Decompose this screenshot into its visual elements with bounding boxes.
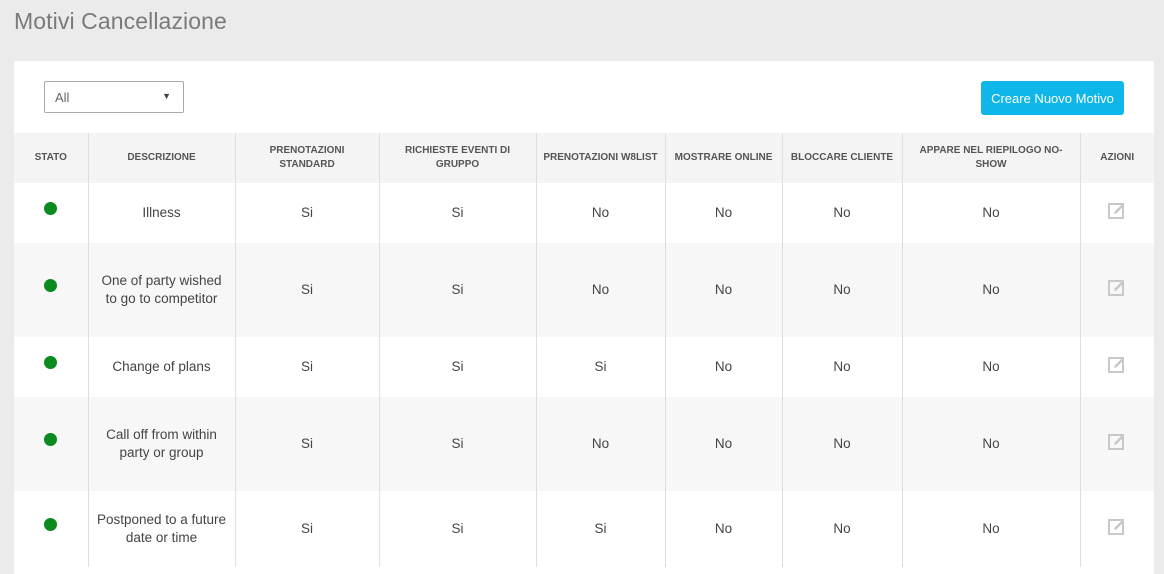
actions-cell <box>1079 397 1154 491</box>
noshow-cell: No <box>901 491 1080 567</box>
table-row: Change of plans Si Si Si No No No <box>14 337 1154 397</box>
block-cell: No <box>781 337 902 397</box>
status-filter-select[interactable]: All ▼ <box>44 81 184 113</box>
edit-icon[interactable] <box>1108 356 1126 374</box>
header-standard: PRENOTAZIONI STANDARD <box>234 133 379 183</box>
page-title: Motivi Cancellazione <box>14 8 227 34</box>
online-cell: No <box>664 491 782 567</box>
noshow-cell: No <box>901 183 1080 243</box>
description-cell: Postponed to a future date or time <box>87 491 235 567</box>
edit-icon[interactable] <box>1108 279 1126 297</box>
edit-icon[interactable] <box>1108 202 1126 220</box>
description-cell: Call off from within party or group <box>87 397 235 491</box>
table-row: Postponed to a future date or time Si Si… <box>14 491 1154 567</box>
status-dot-icon <box>44 202 58 215</box>
w8list-cell: Si <box>535 337 665 397</box>
caret-down-icon: ▼ <box>162 91 171 101</box>
header-online: MOSTRARE ONLINE <box>664 133 782 183</box>
header-description: DESCRIZIONE <box>87 133 235 183</box>
reasons-table: STATO DESCRIZIONE PRENOTAZIONI STANDARD … <box>14 133 1154 567</box>
group-cell: Si <box>378 243 536 337</box>
status-cell <box>14 183 88 243</box>
online-cell: No <box>664 183 782 243</box>
group-cell: Si <box>378 491 536 567</box>
status-dot-icon <box>44 356 58 369</box>
status-dot-icon <box>44 279 58 292</box>
table-row: Call off from within party or group Si S… <box>14 397 1154 491</box>
header-actions: AZIONI <box>1079 133 1154 183</box>
actions-cell <box>1079 183 1154 243</box>
status-dot-icon <box>44 433 58 446</box>
status-cell <box>14 337 88 397</box>
standard-cell: Si <box>234 337 379 397</box>
table-row: One of party wished to go to competitor … <box>14 243 1154 337</box>
block-cell: No <box>781 183 902 243</box>
block-cell: No <box>781 243 902 337</box>
header-noshow: APPARE NEL RIEPILOGO NO-SHOW <box>901 133 1080 183</box>
group-cell: Si <box>378 183 536 243</box>
w8list-cell: No <box>535 183 665 243</box>
noshow-cell: No <box>901 337 1080 397</box>
status-cell <box>14 243 88 337</box>
online-cell: No <box>664 337 782 397</box>
description-cell: Change of plans <box>87 337 235 397</box>
status-dot-icon <box>44 518 58 531</box>
online-cell: No <box>664 397 782 491</box>
block-cell: No <box>781 491 902 567</box>
status-cell <box>14 491 88 567</box>
header-status: STATO <box>14 133 88 183</box>
noshow-cell: No <box>901 397 1080 491</box>
actions-cell <box>1079 491 1154 567</box>
edit-icon[interactable] <box>1108 518 1126 536</box>
group-cell: Si <box>378 337 536 397</box>
cancellation-reasons-panel: All ▼ Creare Nuovo Motivo STATO DESCRIZI… <box>14 61 1154 574</box>
w8list-cell: Si <box>535 491 665 567</box>
group-cell: Si <box>378 397 536 491</box>
standard-cell: Si <box>234 491 379 567</box>
status-cell <box>14 397 88 491</box>
table-header-row: STATO DESCRIZIONE PRENOTAZIONI STANDARD … <box>14 133 1154 183</box>
block-cell: No <box>781 397 902 491</box>
online-cell: No <box>664 243 782 337</box>
description-cell: Illness <box>87 183 235 243</box>
header-group: RICHIESTE EVENTI DI GRUPPO <box>378 133 536 183</box>
actions-cell <box>1079 243 1154 337</box>
table-body: Illness Si Si No No No No One of party w… <box>14 183 1154 567</box>
table-row: Illness Si Si No No No No <box>14 183 1154 243</box>
description-cell: One of party wished to go to competitor <box>87 243 235 337</box>
edit-icon[interactable] <box>1108 433 1126 451</box>
header-block: BLOCCARE CLIENTE <box>781 133 902 183</box>
create-reason-button[interactable]: Creare Nuovo Motivo <box>981 81 1124 115</box>
header-w8list: PRENOTAZIONI W8LIST <box>535 133 665 183</box>
standard-cell: Si <box>234 243 379 337</box>
standard-cell: Si <box>234 183 379 243</box>
w8list-cell: No <box>535 243 665 337</box>
w8list-cell: No <box>535 397 665 491</box>
status-filter-value: All <box>55 90 70 105</box>
noshow-cell: No <box>901 243 1080 337</box>
standard-cell: Si <box>234 397 379 491</box>
actions-cell <box>1079 337 1154 397</box>
